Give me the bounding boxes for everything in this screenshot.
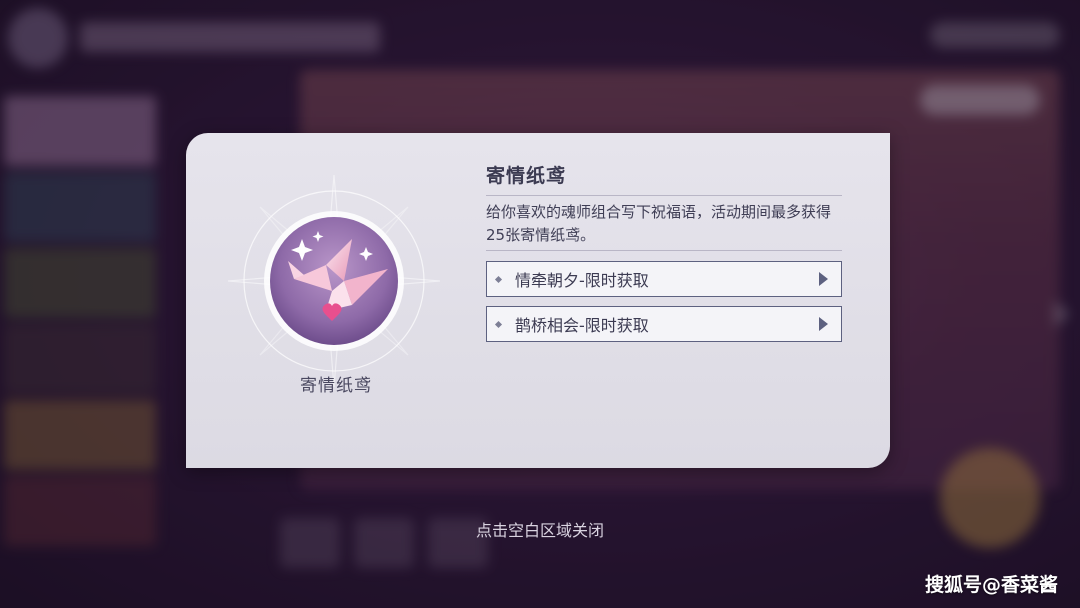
arrow-right-icon [819,272,828,286]
diamond-bullet-icon [494,320,503,328]
source-button-1[interactable]: 情牵朝夕-限时获取 [486,261,842,297]
source-button-2[interactable]: 鹊桥相会-限时获取 [486,306,842,342]
item-name-label: 寄情纸鸢 [300,376,372,396]
description-divider [486,250,842,251]
title-divider [486,195,842,196]
item-description: 给你喜欢的魂师组合写下祝福语，活动期间最多获得25张寄情纸鸢。 [486,203,832,244]
watermark: 搜狐号@香菜酱 [924,574,1058,596]
arrow-right-icon [819,317,828,331]
paper-crane-icon [227,174,441,388]
source-label: 情牵朝夕-限时获取 [515,271,649,290]
item-title: 寄情纸鸢 [486,165,567,187]
source-label: 鹊桥相会-限时获取 [515,316,649,335]
close-hint: 点击空白区域关闭 [475,521,604,540]
item-icon [222,169,446,393]
diamond-bullet-icon [494,275,503,283]
item-info-popup: 寄情纸鸢 寄情纸鸢 给你喜欢的魂师组合写下祝福语，活动期间最多获得25张寄情纸鸢… [186,133,890,468]
